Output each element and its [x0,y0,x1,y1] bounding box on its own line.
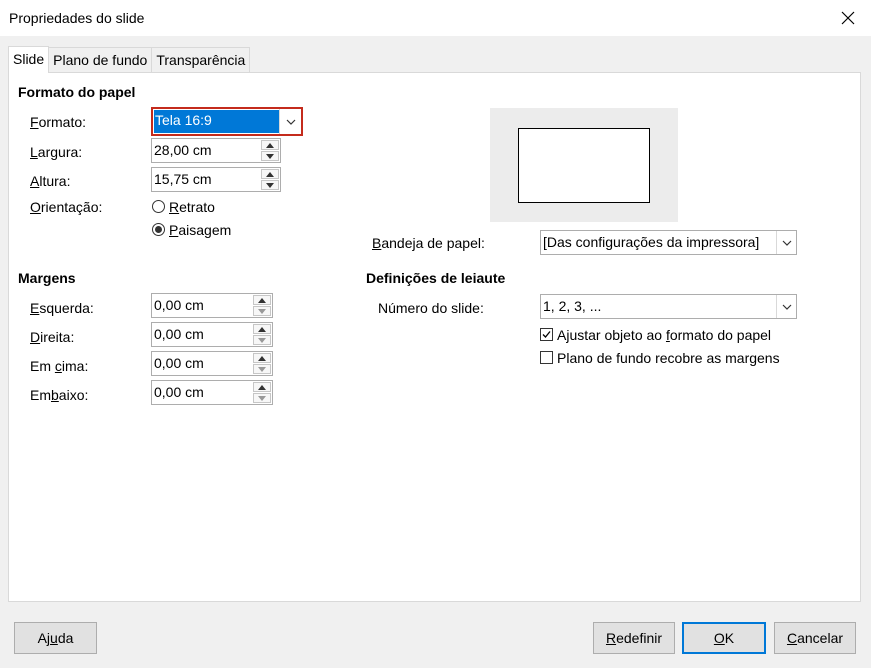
orientation-label: Orientação: [30,199,103,215]
chevron-down-icon [266,182,274,188]
landscape-radio[interactable] [152,223,165,236]
margin-top-value: 0,00 cm [154,355,204,371]
margin-bottom-field[interactable]: 0,00 cm [151,380,273,405]
chevron-down-icon [258,395,266,401]
margin-left-value: 0,00 cm [154,297,204,313]
page-preview-sheet [518,128,650,203]
close-icon [841,11,855,25]
chevron-up-icon [258,355,266,361]
margin-right-spinner[interactable] [253,324,271,345]
margin-top-field[interactable]: 0,00 cm [151,351,273,376]
spin-up-button[interactable] [253,295,271,305]
tab-panel-slide: Formato do papel Formato: Tela 16:9 Larg… [8,72,861,602]
chevron-up-icon [258,326,266,332]
layout-settings-heading: Definições de leiaute [366,270,506,286]
fit-object-label[interactable]: Ajustar objeto ao formato do papel [557,327,771,343]
paper-tray-label: Bandeja de papel: [372,235,485,251]
margin-right-label: Direita: [30,329,75,345]
portrait-radio[interactable] [152,200,165,213]
margin-left-spinner[interactable] [253,295,271,316]
margin-right-value: 0,00 cm [154,326,204,342]
spin-down-button[interactable] [253,335,271,345]
chevron-up-icon [266,171,274,177]
format-select[interactable]: Tela 16:9 [151,107,303,136]
slide-numbers-value: 1, 2, 3, ... [543,298,602,314]
spin-down-button[interactable] [261,151,279,161]
close-button[interactable] [825,0,871,36]
margin-left-field[interactable]: 0,00 cm [151,293,273,318]
height-field[interactable]: 15,75 cm [151,167,281,192]
slide-numbers-select[interactable]: 1, 2, 3, ... [540,294,797,319]
margin-left-label: Esquerda: [30,300,94,316]
paper-tray-value: [Das configurações da impressora] [543,234,760,250]
bg-covers-margins-label[interactable]: Plano de fundo recobre as margens [557,350,780,366]
checkmark-icon [542,331,551,338]
ok-button[interactable]: OK [682,622,766,654]
help-button[interactable]: Aj u da [14,622,97,654]
tab-transparency[interactable]: Transparência [151,47,251,72]
chevron-down-icon [782,240,791,246]
chevron-down-icon [258,366,266,372]
spin-down-button[interactable] [253,306,271,316]
margin-top-spinner[interactable] [253,353,271,374]
tab-background[interactable]: Plano de fundo [48,47,153,72]
margin-bottom-spinner[interactable] [253,382,271,403]
slide-numbers-dropdown-button[interactable] [776,295,796,318]
chevron-down-icon [782,304,791,310]
margin-top-label: Em cima: [30,358,89,374]
portrait-label[interactable]: Retrato [169,199,215,215]
format-selected-value: Tela 16:9 [154,110,279,133]
chevron-down-icon [258,308,266,314]
width-spinner[interactable] [261,140,279,161]
margin-bottom-value: 0,00 cm [154,384,204,400]
spin-up-button[interactable] [253,353,271,363]
chevron-down-icon [286,119,295,125]
height-spinner[interactable] [261,169,279,190]
margin-bottom-label: Embaixo: [30,387,89,403]
format-label: Formato: [30,114,87,130]
landscape-label[interactable]: Paisagem [169,222,231,238]
tab-slide[interactable]: Slide [8,46,50,73]
spin-down-button[interactable] [261,180,279,190]
paper-format-heading: Formato do papel [18,84,136,100]
spin-down-button[interactable] [253,364,271,374]
width-label: Largura: [30,144,83,160]
window-title: Propriedades do slide [9,10,145,26]
spin-up-button[interactable] [253,324,271,334]
chevron-up-icon [266,142,274,148]
bg-covers-margins-checkbox[interactable] [540,351,553,364]
height-value: 15,75 cm [154,171,212,187]
page-preview [490,108,678,222]
width-value: 28,00 cm [154,142,212,158]
cancel-button[interactable]: Cancelar [774,622,856,654]
fit-object-checkbox[interactable] [540,328,553,341]
chevron-up-icon [258,297,266,303]
tab-bar: Slide Plano de fundo Transparência [8,46,251,73]
margins-heading: Margens [18,270,76,286]
width-field[interactable]: 28,00 cm [151,138,281,163]
margin-right-field[interactable]: 0,00 cm [151,322,273,347]
chevron-down-icon [266,153,274,159]
title-bar: Propriedades do slide [0,0,871,36]
paper-tray-dropdown-button[interactable] [776,231,796,254]
spin-up-button[interactable] [253,382,271,392]
slide-numbers-label: Número do slide: [378,300,484,316]
spin-up-button[interactable] [261,140,279,150]
chevron-up-icon [258,384,266,390]
chevron-down-icon [258,337,266,343]
height-label: Altura: [30,173,71,189]
spin-down-button[interactable] [253,393,271,403]
paper-tray-select[interactable]: [Das configurações da impressora] [540,230,797,255]
format-dropdown-button[interactable] [279,109,301,134]
reset-button[interactable]: Redefinir [593,622,675,654]
spin-up-button[interactable] [261,169,279,179]
